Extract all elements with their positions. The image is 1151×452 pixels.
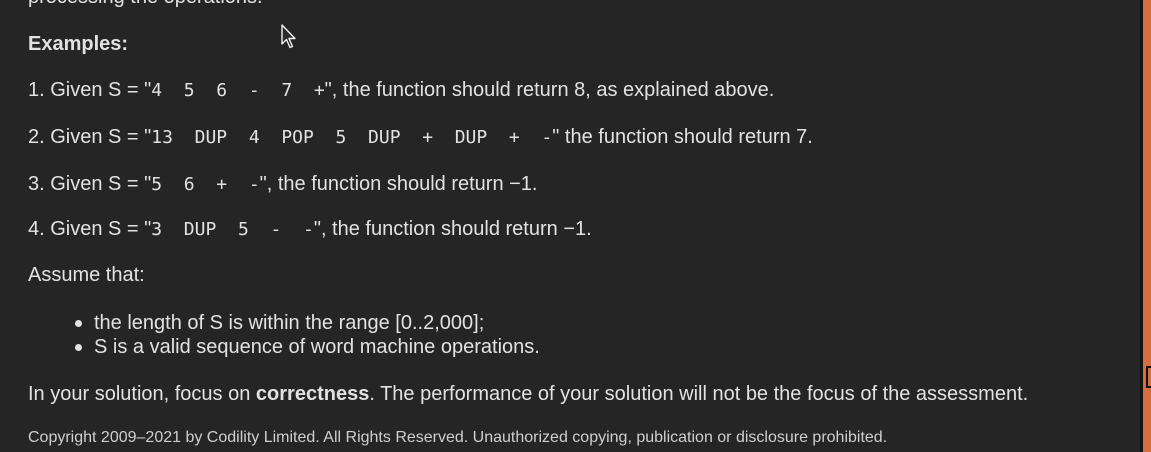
focus-emphasis: correctness <box>255 383 370 405</box>
assumption-item: S is a valid sequence of word machine op… <box>28 335 540 359</box>
example-1-suffix: ", the function should return 8, as expl… <box>324 79 775 101</box>
mouse-pointer-icon <box>281 24 296 49</box>
example-4-code: 3 DUP 5 - - <box>151 219 314 240</box>
example-2-suffix: " the function should return 7. <box>552 126 813 148</box>
example-2-code: 13 DUP 4 POP 5 DUP + DUP + - <box>151 127 553 148</box>
example-3: 3. Given S = "5 6 + -", the function sho… <box>28 172 538 197</box>
example-1: 1. Given S = "4 5 6 - 7 +", the function… <box>28 78 774 103</box>
example-4-prefix: 4. Given S = " <box>28 218 152 240</box>
example-3-prefix: 3. Given S = " <box>28 173 152 195</box>
copyright-notice: Copyright 2009–2021 by Codility Limited.… <box>28 429 888 446</box>
example-4: 4. Given S = "3 DUP 5 - -", the function… <box>28 217 592 242</box>
focus-after: . The performance of your solution will … <box>369 383 1029 405</box>
example-2: 2. Given S = "13 DUP 4 POP 5 DUP + DUP +… <box>28 125 813 150</box>
assume-heading: Assume that: <box>28 264 145 286</box>
example-1-prefix: 1. Given S = " <box>28 79 152 101</box>
example-3-code: 5 6 + - <box>151 174 260 195</box>
examples-heading: Examples: <box>28 33 129 55</box>
example-1-code: 4 5 6 - 7 + <box>151 80 325 101</box>
example-2-prefix: 2. Given S = " <box>28 126 152 148</box>
focus-before: In your solution, focus on <box>28 383 256 405</box>
task-description-panel: processing the operations. Examples: 1. … <box>0 0 1140 452</box>
focus-statement: In your solution, focus on correctness. … <box>28 382 1028 406</box>
cut-off-text: processing the operations. <box>28 0 263 9</box>
assumption-item: the length of S is within the range [0..… <box>28 311 540 335</box>
assumption-list: the length of S is within the range [0..… <box>28 311 540 359</box>
example-3-suffix: ", the function should return −1. <box>259 173 538 195</box>
resize-handle[interactable] <box>1146 366 1151 388</box>
example-4-suffix: ", the function should return −1. <box>313 218 592 240</box>
